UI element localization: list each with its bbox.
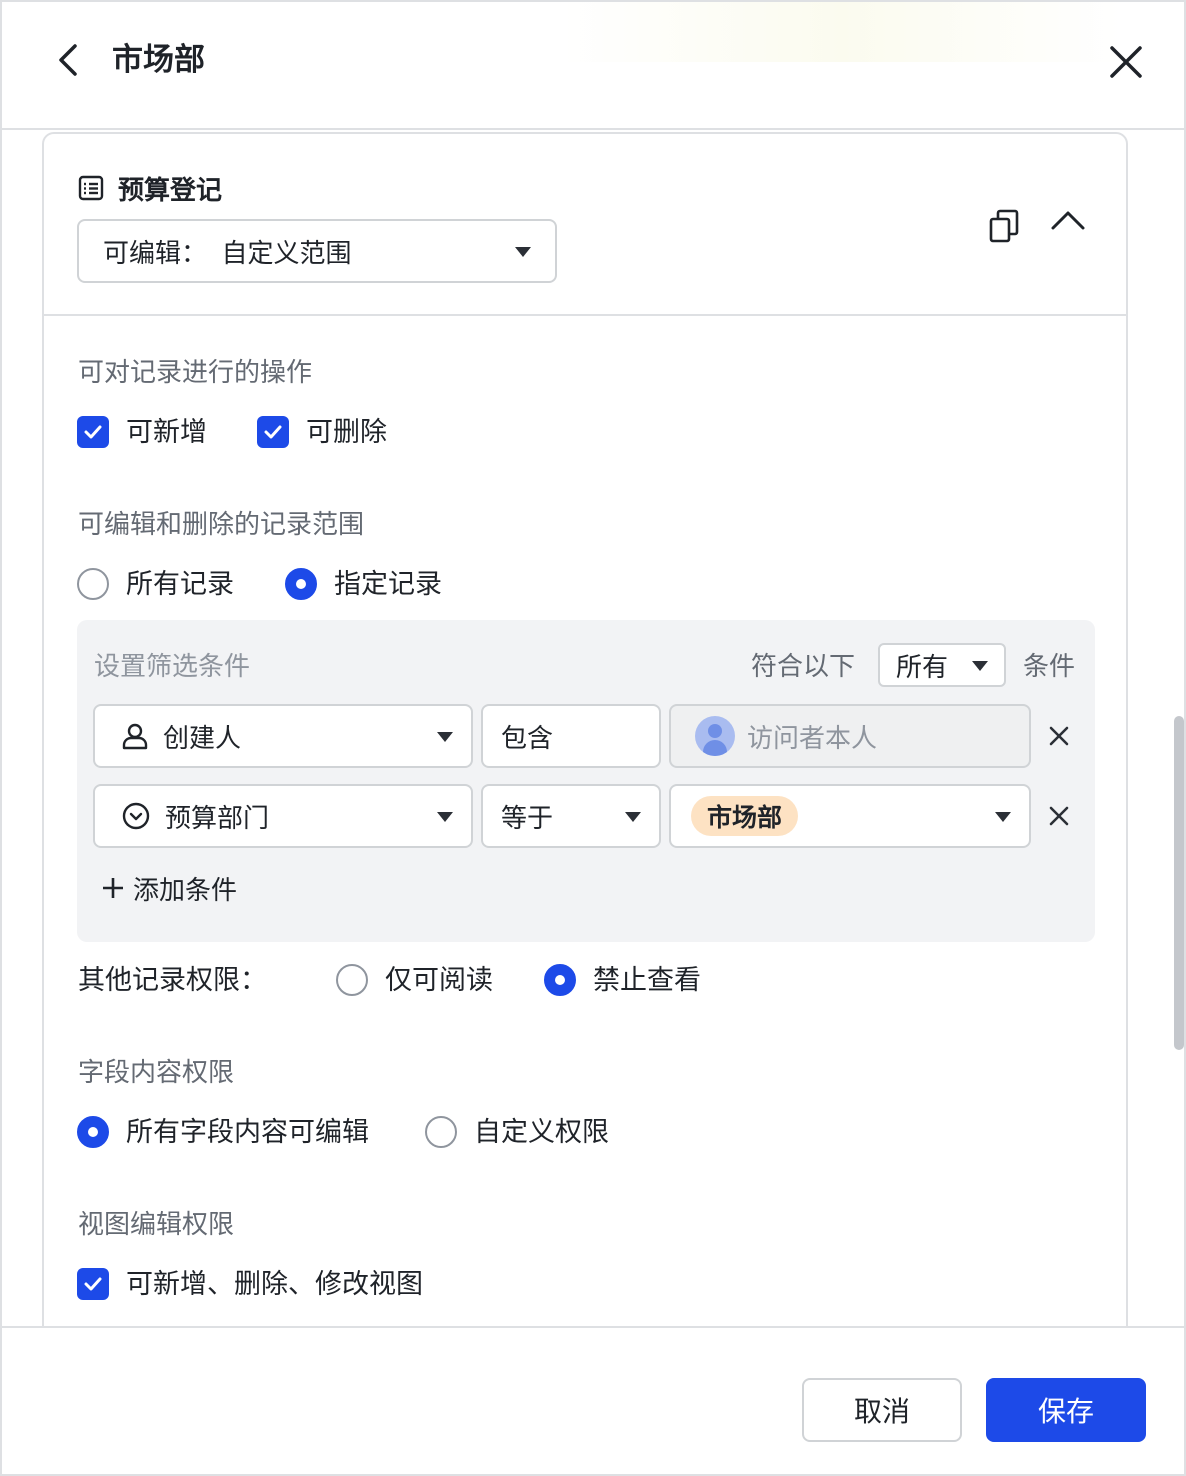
plus-icon <box>101 874 125 904</box>
condition-value-select[interactable]: 市场部 <box>669 784 1031 848</box>
condition-field-select[interactable]: 创建人 <box>93 704 473 768</box>
permission-level-select[interactable]: 可编辑： 自定义范围 <box>77 219 557 283</box>
checkbox-checked-icon <box>77 416 109 448</box>
filter-conditions-box: 设置筛选条件 符合以下 所有 条件 创建人 包含 访问者本人 预算部门 等于 市… <box>77 620 1095 942</box>
table-permission-card: 预算登记 可编辑： 自定义范围 可对记录进行的操作 可新增 可删除 可编辑和删除… <box>42 132 1128 1326</box>
add-condition-label: 添加条件 <box>133 875 238 905</box>
caret-down-icon <box>995 812 1011 822</box>
match-prefix: 符合以下 <box>751 651 856 681</box>
table-name: 预算登记 <box>118 175 223 205</box>
close-icon <box>1049 806 1069 826</box>
field-all-editable-label: 所有字段内容可编辑 <box>126 1117 369 1147</box>
cancel-button[interactable]: 取消 <box>802 1378 962 1442</box>
table-icon <box>78 175 106 203</box>
scrollbar-thumb[interactable] <box>1174 716 1184 1050</box>
delete-condition-button[interactable] <box>1045 722 1073 750</box>
avatar <box>695 716 735 756</box>
scope-all-label: 所有记录 <box>126 569 234 599</box>
other-forbid-label: 禁止查看 <box>593 965 701 995</box>
other-forbid-radio[interactable]: 禁止查看 <box>544 962 701 998</box>
dialog-footer: 取消 保存 <box>2 1326 1184 1474</box>
caret-down-icon <box>437 732 453 742</box>
condition-operator-select[interactable]: 包含 <box>481 704 661 768</box>
condition-value-label: 访问者本人 <box>747 722 878 753</box>
table-title: 预算登记 <box>78 170 222 207</box>
checkbox-checked-icon <box>77 1268 109 1300</box>
field-custom-label: 自定义权限 <box>474 1117 609 1147</box>
match-mode-select[interactable]: 所有 <box>878 643 1006 687</box>
caret-down-icon <box>515 247 531 257</box>
single-select-icon <box>122 802 150 830</box>
close-icon <box>1049 726 1069 746</box>
filter-title: 设置筛选条件 <box>94 651 251 681</box>
close-button[interactable] <box>1104 40 1148 84</box>
condition-operator-label: 等于 <box>501 802 554 833</box>
condition-value-field: 访问者本人 <box>669 704 1031 768</box>
copy-button[interactable] <box>988 208 1022 244</box>
caret-down-icon <box>625 812 641 822</box>
permission-level-value: 可编辑： 自定义范围 <box>103 237 352 268</box>
header-glow <box>562 2 1122 62</box>
card-header: 预算登记 可编辑： 自定义范围 <box>44 134 1126 316</box>
dialog-header: 市场部 <box>2 2 1184 130</box>
caret-down-icon <box>972 661 988 671</box>
close-icon <box>1110 46 1142 78</box>
condition-field-select[interactable]: 预算部门 <box>93 784 473 848</box>
page-title: 市场部 <box>112 42 205 77</box>
permission-dialog: 市场部 预算登记 可编辑： 自定义范围 可对记录进行的操作 可新增 可删除 可编… <box>0 0 1186 1476</box>
radio-on-icon <box>77 1116 109 1148</box>
scope-label: 可编辑和删除的记录范围 <box>78 509 365 539</box>
view-edit-checkbox[interactable]: 可新增、删除、修改视图 <box>77 1266 423 1302</box>
other-records-label: 其他记录权限： <box>78 965 267 995</box>
operations-label: 可对记录进行的操作 <box>78 357 313 387</box>
condition-operator-select[interactable]: 等于 <box>481 784 661 848</box>
radio-on-icon <box>544 964 576 996</box>
scope-all-radio[interactable]: 所有记录 <box>77 566 234 602</box>
person-icon <box>122 723 148 750</box>
add-record-label: 可新增 <box>126 417 207 447</box>
back-button[interactable] <box>50 40 86 80</box>
collapse-button[interactable] <box>1050 208 1086 238</box>
condition-field-label: 预算部门 <box>165 802 270 833</box>
dialog-body: 预算登记 可编辑： 自定义范围 可对记录进行的操作 可新增 可删除 可编辑和删除… <box>2 132 1184 1326</box>
scope-specified-radio[interactable]: 指定记录 <box>285 566 442 602</box>
save-button[interactable]: 保存 <box>986 1378 1146 1442</box>
chevron-left-icon <box>59 44 77 76</box>
field-perm-label: 字段内容权限 <box>78 1057 235 1087</box>
checkbox-checked-icon <box>257 416 289 448</box>
delete-record-checkbox[interactable]: 可删除 <box>257 414 387 450</box>
scope-specified-label: 指定记录 <box>334 569 442 599</box>
match-mode-value: 所有 <box>896 651 949 682</box>
radio-on-icon <box>285 568 317 600</box>
add-record-checkbox[interactable]: 可新增 <box>77 414 207 450</box>
other-readonly-label: 仅可阅读 <box>385 965 493 995</box>
field-all-editable-radio[interactable]: 所有字段内容可编辑 <box>77 1114 369 1150</box>
condition-field-label: 创建人 <box>163 722 242 753</box>
chevron-up-icon <box>1051 211 1085 230</box>
other-readonly-radio[interactable]: 仅可阅读 <box>336 962 493 998</box>
match-suffix: 条件 <box>1023 651 1076 681</box>
radio-off-icon <box>336 964 368 996</box>
condition-operator-label: 包含 <box>501 722 554 753</box>
field-custom-radio[interactable]: 自定义权限 <box>425 1114 609 1150</box>
copy-icon <box>989 209 1019 243</box>
view-edit-label: 可新增、删除、修改视图 <box>126 1269 423 1299</box>
caret-down-icon <box>437 812 453 822</box>
delete-record-label: 可删除 <box>306 417 387 447</box>
add-condition-button[interactable]: 添加条件 <box>101 870 237 907</box>
radio-off-icon <box>77 568 109 600</box>
option-tag: 市场部 <box>691 796 799 836</box>
radio-off-icon <box>425 1116 457 1148</box>
view-perm-label: 视图编辑权限 <box>78 1209 235 1239</box>
delete-condition-button[interactable] <box>1045 802 1073 830</box>
